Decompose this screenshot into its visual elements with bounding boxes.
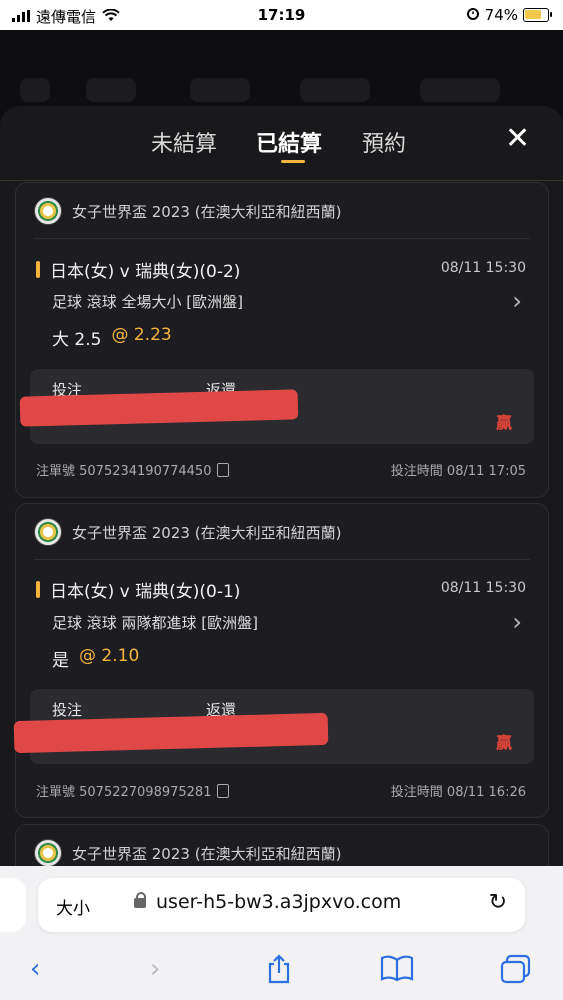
tab-reserved[interactable]: 預約 xyxy=(362,126,406,158)
address-bar[interactable]: 大小 user-h5-bw3.a3jpxvo.com ↻ xyxy=(38,878,525,932)
accent-bar xyxy=(36,581,40,598)
back-icon[interactable]: ‹ xyxy=(30,954,40,984)
alarm-icon xyxy=(466,6,480,24)
result-badge: 贏 xyxy=(495,733,512,752)
bet-number: 注單號 5075227098975281 xyxy=(36,785,212,800)
odds: @ 2.10 xyxy=(79,646,140,666)
status-right: 74% xyxy=(466,6,552,24)
football-league-icon xyxy=(34,518,62,546)
battery-fill xyxy=(525,10,541,19)
selection-row: 是 @ 2.10 xyxy=(52,646,139,671)
status-bar: 遠傳電信 17:19 74% xyxy=(0,0,563,30)
selection: 大 2.5 xyxy=(52,330,102,350)
league-name: 女子世界盃 2023 (在澳大利亞和紐西蘭) xyxy=(72,523,342,542)
copy-icon[interactable] xyxy=(217,463,230,477)
browser-address-area: 大小 user-h5-bw3.a3jpxvo.com ↻ xyxy=(0,866,563,946)
background-blur xyxy=(190,78,250,102)
bet-history-sheet: 未結算 已結算 預約 ✕ 女子世界盃 2023 (在澳大利亞和紐西蘭) 日本(女… xyxy=(0,106,563,866)
stake-label: 投注 xyxy=(52,701,83,719)
divider xyxy=(34,559,530,560)
forward-icon[interactable]: › xyxy=(150,954,160,984)
bet-number: 注單號 5075234190774450 xyxy=(36,464,212,479)
lock-icon xyxy=(134,892,146,908)
odds: @ 2.23 xyxy=(111,325,172,345)
background-blur xyxy=(300,78,370,102)
match-name: 日本(女) v 瑞典(女)(0-2) xyxy=(50,262,241,282)
bookmarks-icon[interactable] xyxy=(380,954,414,989)
match-time: 08/11 15:30 xyxy=(440,580,526,596)
divider xyxy=(34,238,530,239)
bet-card: 女子世界盃 2023 (在澳大利亞和紐西蘭) 日本(女) v 瑞典(女)(0-1… xyxy=(13,503,549,818)
previous-tab-pill[interactable] xyxy=(0,878,26,932)
url-text[interactable]: user-h5-bw3.a3jpxvo.com xyxy=(156,891,401,913)
close-icon[interactable]: ✕ xyxy=(505,124,530,154)
background-blur xyxy=(420,78,500,102)
copy-icon[interactable] xyxy=(217,784,230,798)
bet-footer: 注單號 5075234190774450 投注時間 08/11 17:05 xyxy=(36,460,526,479)
football-league-icon xyxy=(34,197,62,225)
bet-card: 女子世界盃 2023 (在澳大利亞和紐西蘭) xyxy=(15,824,549,866)
league-name: 女子世界盃 2023 (在澳大利亞和紐西蘭) xyxy=(72,202,342,221)
background-blur xyxy=(20,78,50,102)
reload-icon[interactable]: ↻ xyxy=(489,890,507,915)
league-header: 女子世界盃 2023 (在澳大利亞和紐西蘭) xyxy=(34,839,341,866)
tabs-icon[interactable] xyxy=(500,954,532,991)
selection-row: 大 2.5 @ 2.23 xyxy=(52,325,172,350)
background-blur xyxy=(86,78,136,102)
active-tab-indicator xyxy=(281,160,305,163)
chevron-right-icon[interactable]: › xyxy=(512,610,522,634)
bet-card: 女子世界盃 2023 (在澳大利亞和紐西蘭) 日本(女) v 瑞典(女)(0-2… xyxy=(15,182,549,498)
league-header: 女子世界盃 2023 (在澳大利亞和紐西蘭) xyxy=(34,197,341,225)
text-size-button[interactable]: 大小 xyxy=(56,894,90,919)
bet-time: 投注時間 08/11 17:05 xyxy=(390,464,526,479)
market-info: 足球 滾球 全場大小 [歐洲盤] xyxy=(52,293,244,311)
match-name: 日本(女) v 瑞典(女)(0-1) xyxy=(50,582,241,602)
browser-toolbar: ‹ › xyxy=(0,946,563,1000)
match-row: 日本(女) v 瑞典(女)(0-1) xyxy=(36,577,240,602)
chevron-right-icon[interactable]: › xyxy=(512,289,522,313)
bet-time: 投注時間 08/11 16:26 xyxy=(390,785,526,800)
football-league-icon xyxy=(34,839,62,866)
tab-settled[interactable]: 已結算 xyxy=(256,126,322,158)
share-icon[interactable] xyxy=(266,954,292,991)
battery-icon xyxy=(523,8,552,22)
league-name: 女子世界盃 2023 (在澳大利亞和紐西蘭) xyxy=(72,844,342,863)
league-header: 女子世界盃 2023 (在澳大利亞和紐西蘭) xyxy=(34,518,341,546)
tab-unsettled[interactable]: 未結算 xyxy=(151,126,217,158)
bet-number-group: 注單號 5075234190774450 xyxy=(36,460,230,479)
selection: 是 xyxy=(52,651,69,671)
accent-bar xyxy=(36,261,40,278)
battery-percent: 74% xyxy=(484,6,518,24)
match-row: 日本(女) v 瑞典(女)(0-2) xyxy=(36,257,240,282)
tab-bar: 未結算 已結算 預約 ✕ xyxy=(0,106,563,181)
bet-number-group: 注單號 5075227098975281 xyxy=(36,781,230,800)
market-info: 足球 滾球 兩隊都進球 [歐洲盤] xyxy=(52,614,259,632)
result-badge: 贏 xyxy=(495,413,512,432)
bet-footer: 注單號 5075227098975281 投注時間 08/11 16:26 xyxy=(36,781,526,800)
match-time: 08/11 15:30 xyxy=(440,260,526,276)
